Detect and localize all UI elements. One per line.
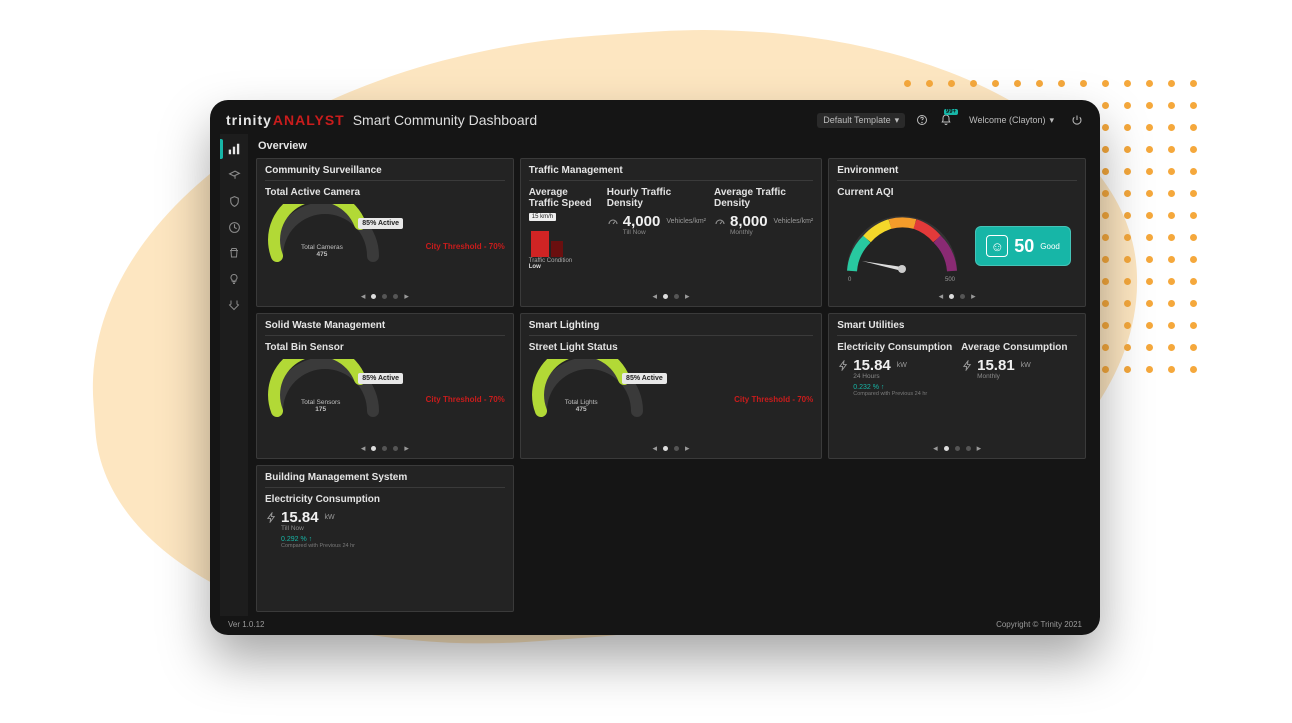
brand-trinity: trinity [226,112,272,128]
bolt-icon [265,512,277,524]
card-title: Building Management System [265,472,505,488]
card-paginator[interactable]: ◂▸ [529,291,813,302]
active-badge: 85% Active [358,218,403,229]
card-surveillance: Community Surveillance Total Active Came… [256,158,514,307]
notifications-button[interactable]: 99+ [939,113,953,127]
metric-label: Average Traffic Density [714,187,813,209]
odometer-icon [607,216,619,228]
metric-label: Average Consumption [961,342,1077,353]
card-paginator[interactable]: ◂▸ [265,291,505,302]
app-subtitle: Smart Community Dashboard [353,112,537,128]
user-menu[interactable]: Welcome (Clayton) ▾ [963,113,1060,128]
metric-label: Average Traffic Speed [529,187,599,209]
card-bms: Building Management System Electricity C… [256,465,514,612]
card-traffic: Traffic Management Average Traffic Speed… [520,158,822,307]
welcome-label: Welcome (Clayton) [969,115,1045,125]
power-icon[interactable] [1070,113,1084,127]
nav-overview-icon[interactable] [227,142,241,156]
card-environment: Environment Current AQI 0 [828,158,1086,307]
smile-icon: ☺ [986,235,1008,257]
threshold-label: City Threshold - 70% [426,395,505,404]
card-title: Environment [837,165,1077,181]
card-paginator[interactable]: ◂▸ [837,443,1077,454]
card-title: Smart Lighting [529,320,813,336]
app-header: trinity ANALYST Smart Community Dashboar… [220,110,1090,134]
page-title: Overview [256,134,1086,158]
threshold-label: City Threshold - 70% [734,395,813,404]
gauge-cameras: Total Cameras475 85% Active [265,204,385,254]
card-paginator[interactable]: ◂▸ [265,443,505,454]
card-lighting: Smart Lighting Street Light Status Total… [520,313,822,460]
aqi-gauge: 0 500 [837,211,967,281]
card-title: Smart Utilities [837,320,1077,336]
metric-label: Electricity Consumption [837,342,953,353]
header-actions: Default Template ▾ 99+ Welcome (Clayton)… [817,113,1084,128]
bolt-icon [961,359,973,371]
speed-widget: 15 km/h Traffic ConditionLow [529,213,599,259]
workspace: Overview Community Surveillance Total Ac… [220,134,1090,616]
metric-label: Street Light Status [529,342,813,353]
delta-value: 0.232 % ↑ [853,384,953,391]
nav-lighting-icon[interactable] [227,272,241,286]
active-badge: 85% Active [358,373,403,384]
card-paginator[interactable]: ◂▸ [837,291,1077,302]
metric-label: Total Active Camera [265,187,505,198]
metric-label: Electricity Consumption [265,494,505,505]
nav-surveillance-icon[interactable] [227,168,241,182]
gauge-lights: Total Lights475 85% Active [529,359,649,409]
nav-waste-icon[interactable] [227,246,241,260]
sidebar [220,134,248,616]
main-content: Overview Community Surveillance Total Ac… [248,134,1090,616]
device-frame: trinity ANALYST Smart Community Dashboar… [210,100,1100,635]
metric-label: Total Bin Sensor [265,342,505,353]
copyright-label: Copyright © Trinity 2021 [996,620,1082,629]
delta-value: 0.292 % ↑ [281,536,505,543]
card-title: Community Surveillance [265,165,505,181]
svg-text:500: 500 [945,277,956,283]
card-grid: Community Surveillance Total Active Came… [256,158,1086,612]
aqi-badge: ☺ 50 Good [975,226,1071,266]
nav-traffic-icon[interactable] [227,220,241,234]
chevron-down-icon: ▾ [1049,115,1054,126]
brand-analyst: ANALYST [273,112,345,128]
bolt-icon [837,359,849,371]
footer: Ver 1.0.12 Copyright © Trinity 2021 [220,616,1090,629]
card-utilities: Smart Utilities Electricity Consumption … [828,313,1086,460]
metric-label: Current AQI [837,187,1077,198]
threshold-label: City Threshold - 70% [426,242,505,251]
odometer-icon [714,216,726,228]
gauge-sensors: Total Sensors175 85% Active [265,359,385,409]
chevron-down-icon: ▾ [895,115,900,126]
card-title: Traffic Management [529,165,813,181]
metric-label: Hourly Traffic Density [607,187,706,209]
template-label: Default Template [823,115,890,125]
version-label: Ver 1.0.12 [228,620,264,629]
nav-utilities-icon[interactable] [227,298,241,312]
card-paginator[interactable]: ◂▸ [529,443,813,454]
active-badge: 85% Active [622,373,667,384]
notification-badge: 99+ [944,109,958,115]
help-icon[interactable] [915,113,929,127]
card-title: Solid Waste Management [265,320,505,336]
nav-security-icon[interactable] [227,194,241,208]
card-waste: Solid Waste Management Total Bin Sensor … [256,313,514,460]
svg-text:0: 0 [848,277,852,283]
template-selector[interactable]: Default Template ▾ [817,113,905,128]
